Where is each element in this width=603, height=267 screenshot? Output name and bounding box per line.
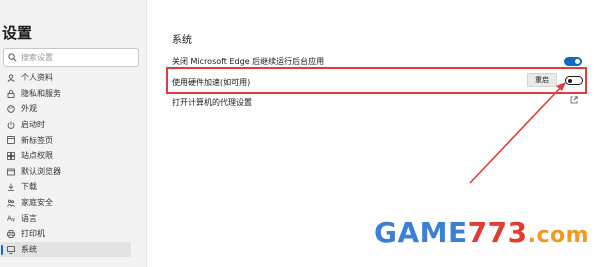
- watermark-domain: .com: [527, 223, 590, 248]
- watermark-number: 773: [467, 216, 528, 249]
- watermark: GAME773.com: [374, 216, 589, 249]
- watermark-game: GAME: [374, 216, 468, 249]
